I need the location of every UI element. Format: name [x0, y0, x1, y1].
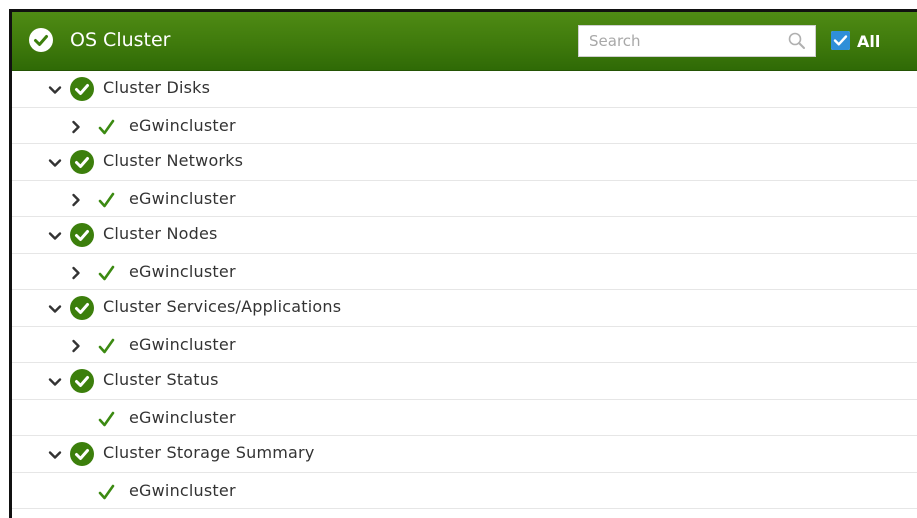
- tree-child-row[interactable]: eGwincluster: [12, 327, 917, 363]
- check-circle-icon: [70, 442, 94, 466]
- check-mark-icon: [97, 117, 117, 137]
- check-mark-icon: [97, 482, 117, 502]
- tree-child-row[interactable]: eGwincluster: [12, 108, 917, 144]
- tree-child-row[interactable]: eGwincluster: [12, 254, 917, 290]
- tree-child-row[interactable]: eGwincluster: [12, 473, 917, 509]
- tree-child-label[interactable]: eGwincluster: [129, 481, 236, 501]
- tree-group-row[interactable]: Cluster Networks: [12, 144, 917, 181]
- all-label: All: [857, 32, 881, 51]
- cluster-tree: Cluster Disks eGwincluster Cluster Netwo…: [12, 71, 917, 509]
- check-mark-icon: [97, 336, 117, 356]
- check-circle-icon: [29, 28, 53, 52]
- tree-group-label[interactable]: Cluster Status: [103, 370, 219, 390]
- tree-child-label[interactable]: eGwincluster: [129, 262, 236, 282]
- check-circle-icon: [70, 150, 94, 174]
- tree-child-label[interactable]: eGwincluster: [129, 408, 236, 428]
- chevron-right-icon[interactable]: [69, 119, 83, 133]
- tree-child-label[interactable]: eGwincluster: [129, 189, 236, 209]
- chevron-right-icon[interactable]: [69, 338, 83, 352]
- panel-header: OS Cluster All: [12, 12, 917, 71]
- search-icon[interactable]: [787, 31, 807, 51]
- check-mark-icon: [97, 190, 117, 210]
- check-mark-icon: [97, 409, 117, 429]
- chevron-down-icon[interactable]: [48, 374, 62, 388]
- tree-group-label[interactable]: Cluster Disks: [103, 78, 210, 98]
- tree-child-row[interactable]: eGwincluster: [12, 400, 917, 436]
- os-cluster-panel: OS Cluster All: [0, 0, 917, 518]
- tree-group-row[interactable]: Cluster Status: [12, 363, 917, 400]
- check-circle-icon: [70, 296, 94, 320]
- tree-group-row[interactable]: Cluster Storage Summary: [12, 436, 917, 473]
- chevron-down-icon[interactable]: [48, 155, 62, 169]
- tree-group-row[interactable]: Cluster Services/Applications: [12, 290, 917, 327]
- chevron-down-icon[interactable]: [48, 447, 62, 461]
- tree-group-row[interactable]: Cluster Disks: [12, 71, 917, 108]
- tree-group-label[interactable]: Cluster Networks: [103, 151, 243, 171]
- check-circle-icon: [70, 223, 94, 247]
- chevron-right-icon[interactable]: [69, 192, 83, 206]
- search-input[interactable]: [579, 26, 789, 56]
- tree-child-label[interactable]: eGwincluster: [129, 335, 236, 355]
- all-checkbox[interactable]: [831, 31, 850, 50]
- chevron-down-icon[interactable]: [48, 82, 62, 96]
- tree-group-label[interactable]: Cluster Nodes: [103, 224, 218, 244]
- check-circle-icon: [70, 369, 94, 393]
- tree-child-row[interactable]: eGwincluster: [12, 181, 917, 217]
- check-circle-icon: [70, 77, 94, 101]
- tree-child-label[interactable]: eGwincluster: [129, 116, 236, 136]
- chevron-down-icon[interactable]: [48, 228, 62, 242]
- check-mark-icon: [97, 263, 117, 283]
- tree-group-row[interactable]: Cluster Nodes: [12, 217, 917, 254]
- tree-group-label[interactable]: Cluster Services/Applications: [103, 297, 341, 317]
- panel-title: OS Cluster: [70, 29, 171, 51]
- tree-group-label[interactable]: Cluster Storage Summary: [103, 443, 314, 463]
- chevron-right-icon[interactable]: [69, 265, 83, 279]
- search-box: [578, 25, 816, 57]
- chevron-down-icon[interactable]: [48, 301, 62, 315]
